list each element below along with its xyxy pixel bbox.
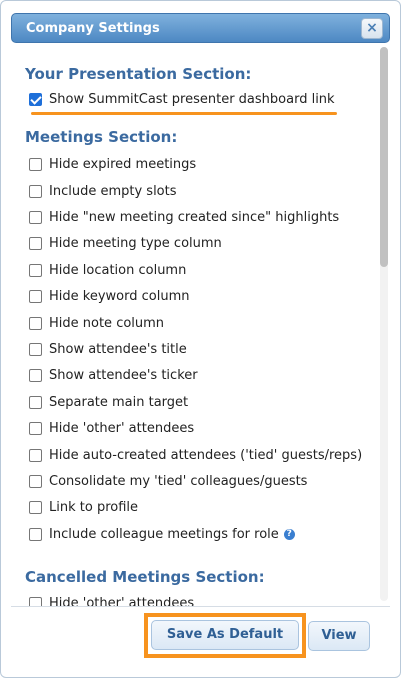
checkbox[interactable] <box>29 316 42 330</box>
checkbox[interactable] <box>29 421 42 435</box>
checkbox[interactable] <box>29 368 42 382</box>
presentation-section-heading: Your Presentation Section: <box>25 65 252 83</box>
option-label: Hide keyword column <box>49 288 190 304</box>
option-label: Hide 'other' attendees <box>49 595 195 607</box>
checkbox[interactable] <box>29 527 42 541</box>
checkbox[interactable] <box>29 342 42 356</box>
settings-content: Your Presentation Section: Show SummitCa… <box>11 43 390 606</box>
checkbox[interactable] <box>29 395 42 409</box>
option-label: Hide expired meetings <box>49 156 197 172</box>
option-show-presenter-dashboard-link[interactable]: Show SummitCast presenter dashboard link <box>29 89 335 109</box>
checkbox[interactable] <box>29 289 42 303</box>
option-separate-main-target[interactable]: Separate main target <box>29 392 188 412</box>
close-icon: × <box>366 20 378 36</box>
cancelled-section-heading: Cancelled Meetings Section: <box>25 568 265 586</box>
option-label: Hide "new meeting created since" highlig… <box>49 209 340 225</box>
option-include-empty-slots[interactable]: Include empty slots <box>29 181 177 201</box>
option-hide-expired-meetings[interactable]: Hide expired meetings <box>29 154 196 174</box>
option-hide-keyword-column[interactable]: Hide keyword column <box>29 286 189 306</box>
option-label: Consolidate my 'tied' colleagues/guests <box>49 473 308 489</box>
checkbox-checked[interactable] <box>29 92 42 106</box>
checkbox[interactable] <box>29 500 42 514</box>
checkbox[interactable] <box>29 263 42 277</box>
option-hide-note-column[interactable]: Hide note column <box>29 313 164 333</box>
option-hide-location-column[interactable]: Hide location column <box>29 260 186 280</box>
option-label: Separate main target <box>49 394 189 410</box>
option-label: Show attendee's ticker <box>49 367 198 383</box>
footer-divider <box>11 606 390 607</box>
option-label: Include empty slots <box>49 183 177 199</box>
option-hide-meeting-type-column[interactable]: Hide meeting type column <box>29 233 222 253</box>
option-label: Link to profile <box>49 499 139 515</box>
option-label: Hide meeting type column <box>49 235 222 251</box>
checkbox[interactable] <box>29 236 42 250</box>
checkbox[interactable] <box>29 184 42 198</box>
option-include-colleague-meetings[interactable]: Include colleague meetings for role ? <box>29 524 295 544</box>
checkbox[interactable] <box>29 157 42 171</box>
view-button[interactable]: View <box>308 621 370 651</box>
meetings-section-heading: Meetings Section: <box>25 128 178 146</box>
option-label: Show SummitCast presenter dashboard link <box>49 91 335 107</box>
company-settings-dialog: Company Settings × Your Presentation Sec… <box>0 0 401 678</box>
option-cancelled-hide-other-attendees[interactable]: Hide 'other' attendees <box>29 593 194 606</box>
dialog-title: Company Settings <box>26 21 160 36</box>
option-show-attendee-ticker[interactable]: Show attendee's ticker <box>29 365 198 385</box>
option-hide-auto-created-attendees[interactable]: Hide auto-created attendees ('tied' gues… <box>29 445 362 465</box>
question-icon[interactable]: ? <box>283 528 295 540</box>
checkbox[interactable] <box>29 474 42 488</box>
option-hide-new-meeting-highlights[interactable]: Hide "new meeting created since" highlig… <box>29 207 339 227</box>
highlight-underline <box>31 112 337 115</box>
checkbox[interactable] <box>29 210 42 224</box>
option-label: Show attendee's title <box>49 341 187 357</box>
checkbox[interactable] <box>29 448 42 462</box>
close-button[interactable]: × <box>361 18 383 39</box>
option-link-to-profile[interactable]: Link to profile <box>29 497 138 517</box>
option-label: Hide location column <box>49 262 187 278</box>
dialog-titlebar[interactable]: Company Settings × <box>11 13 390 43</box>
option-label: Hide note column <box>49 315 165 331</box>
option-label: Hide 'other' attendees <box>49 420 195 436</box>
option-label: Include colleague meetings for role <box>49 526 279 542</box>
save-as-default-button[interactable]: Save As Default <box>151 620 299 650</box>
checkbox[interactable] <box>29 596 42 606</box>
option-show-attendee-title[interactable]: Show attendee's title <box>29 339 187 359</box>
option-consolidate-tied-colleagues[interactable]: Consolidate my 'tied' colleagues/guests <box>29 471 307 491</box>
option-label: Hide auto-created attendees ('tied' gues… <box>49 447 363 463</box>
option-hide-other-attendees[interactable]: Hide 'other' attendees <box>29 418 194 438</box>
